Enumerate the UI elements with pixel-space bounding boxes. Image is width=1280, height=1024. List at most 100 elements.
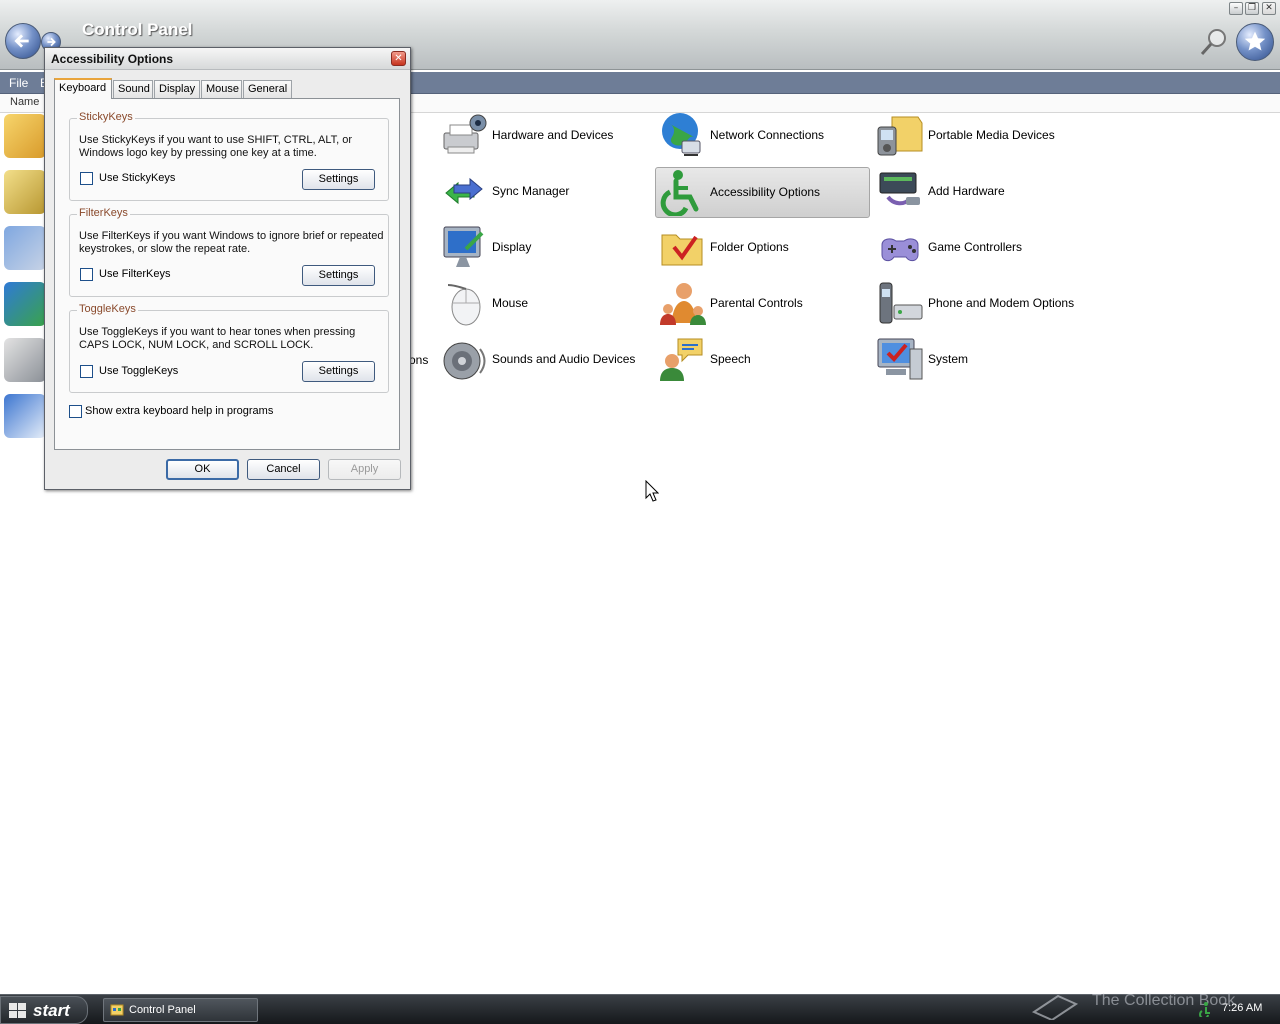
- group-title: FilterKeys: [77, 207, 130, 219]
- checkbox-label: Use ToggleKeys: [99, 365, 179, 377]
- cp-item-label: System: [928, 352, 969, 366]
- minimize-button[interactable]: –: [1229, 2, 1243, 15]
- cp-item-sync-manager[interactable]: Sync Manager: [440, 167, 654, 217]
- restore-button[interactable]: ❐: [1245, 2, 1259, 15]
- group-description: Use StickyKeys if you want to use SHIFT,…: [79, 134, 353, 159]
- checkbox-label: Use StickyKeys: [99, 172, 176, 184]
- magnifier-icon: [1200, 29, 1226, 56]
- use-filterkeys-checkbox[interactable]: [80, 268, 93, 281]
- search-button[interactable]: [1198, 26, 1230, 58]
- taskbar-button-label: Control Panel: [129, 1004, 196, 1016]
- display-monitor-icon: [443, 226, 484, 267]
- window-title: Control Panel: [82, 20, 193, 39]
- start-label: start: [33, 1001, 70, 1020]
- group-description: Use FilterKeys if you want Windows to ig…: [79, 230, 384, 255]
- family-icon: [660, 283, 706, 325]
- start-button[interactable]: start: [0, 996, 88, 1024]
- dialog-close-button[interactable]: ✕: [391, 51, 406, 66]
- star-icon: [1244, 31, 1266, 51]
- cp-item-label: Mouse: [492, 296, 529, 310]
- cp-item-system[interactable]: System: [876, 335, 1090, 385]
- cp-item-add-hardware[interactable]: Add Hardware: [876, 167, 1090, 217]
- dialog-titlebar[interactable]: Accessibility Options ✕: [45, 48, 410, 70]
- printers-folder-icon[interactable]: [4, 170, 46, 214]
- windows-logo-icon: [9, 1003, 26, 1018]
- keyboard-tab-panel: StickyKeys Use StickyKeys if you want to…: [54, 98, 400, 450]
- cp-item-accessibility-options[interactable]: Accessibility Options: [655, 167, 870, 218]
- cp-item-label: Add Hardware: [928, 184, 1005, 198]
- taskbar-clock[interactable]: 7:26 AM: [1222, 1002, 1262, 1014]
- cp-item-label: Folder Options: [710, 240, 789, 254]
- cp-item-label: Phone and Modem Options: [928, 296, 1075, 310]
- close-window-button[interactable]: ✕: [1262, 2, 1276, 15]
- cp-item-network-connections[interactable]: Network Connections: [658, 111, 872, 161]
- tab-general[interactable]: General: [243, 80, 292, 98]
- cp-item-hardware-and-devices[interactable]: Hardware and Devices: [440, 111, 654, 161]
- phone-modem-icon: [879, 282, 923, 324]
- cp-item-label: Speech: [710, 352, 751, 366]
- portable-media-icon: [877, 116, 923, 156]
- cp-item-label: Sync Manager: [492, 184, 570, 198]
- cp-item-parental-controls[interactable]: Parental Controls: [658, 279, 872, 329]
- back-button[interactable]: [5, 23, 41, 59]
- filterkeys-settings-button[interactable]: Settings: [302, 265, 375, 286]
- programs-icon[interactable]: [4, 226, 46, 270]
- cp-item-label: Game Controllers: [928, 240, 1023, 254]
- cp-item-speech[interactable]: Speech: [658, 335, 872, 385]
- speech-bubble-icon: [660, 338, 703, 381]
- accessibility-tray-icon[interactable]: [1198, 1001, 1214, 1017]
- cp-item-label: Hardware and Devices: [492, 128, 614, 142]
- taskbar-control-panel-button[interactable]: Control Panel: [103, 998, 258, 1022]
- use-togglekeys-checkbox[interactable]: [80, 365, 93, 378]
- tab-display[interactable]: Display: [154, 80, 200, 98]
- cancel-button[interactable]: Cancel: [247, 459, 320, 480]
- mouse-icon: [447, 284, 481, 326]
- system-monitor-check-icon: [877, 338, 923, 380]
- globe-network-icon: [662, 113, 701, 156]
- checkbox-label: Use FilterKeys: [99, 268, 171, 280]
- tab-keyboard[interactable]: Keyboard: [54, 78, 112, 99]
- cp-item-mouse[interactable]: Mouse: [440, 279, 654, 329]
- cp-item-label: Parental Controls: [710, 296, 803, 310]
- sync-arrows-icon: [445, 177, 483, 205]
- folder-check-icon: [661, 234, 703, 266]
- favorites-button[interactable]: [1236, 23, 1274, 61]
- cp-item-phone-and-modem-options[interactable]: Phone and Modem Options: [876, 279, 1090, 329]
- tools-icon[interactable]: [4, 338, 46, 382]
- group-title: ToggleKeys: [77, 303, 138, 315]
- filterkeys-group: FilterKeys Use FilterKeys if you want Wi…: [69, 207, 389, 297]
- gamepad-icon: [881, 238, 919, 262]
- menu-file[interactable]: File: [9, 76, 28, 90]
- cp-item-label: Portable Media Devices: [928, 128, 1055, 142]
- stickykeys-settings-button[interactable]: Settings: [302, 169, 375, 190]
- cp-item-label: Display: [492, 240, 532, 254]
- ok-button[interactable]: OK: [166, 459, 239, 480]
- taskbar-start-menu-icon[interactable]: [4, 394, 46, 438]
- cp-item-portable-media-devices[interactable]: Portable Media Devices: [876, 111, 1090, 161]
- apply-button[interactable]: Apply: [328, 459, 401, 480]
- appearance-icon[interactable]: [4, 114, 46, 158]
- accessibility-options-dialog: Accessibility Options ✕ Keyboard Sound D…: [44, 47, 411, 490]
- name-column-header[interactable]: Name: [10, 96, 39, 108]
- cp-item-sounds-and-audio-devices[interactable]: Sounds and Audio Devices: [440, 335, 654, 385]
- extra-keyboard-help-checkbox[interactable]: [69, 405, 82, 418]
- dialog-title: Accessibility Options: [51, 52, 174, 66]
- cp-item-display[interactable]: Display: [440, 223, 654, 273]
- security-center-icon[interactable]: [4, 282, 46, 326]
- group-title: StickyKeys: [77, 111, 135, 123]
- restore-icon: ❐: [1247, 3, 1257, 13]
- cp-item-label: Sounds and Audio Devices: [492, 352, 636, 366]
- cp-item-game-controllers[interactable]: Game Controllers: [876, 223, 1090, 273]
- add-hardware-icon: [879, 172, 920, 206]
- tab-mouse[interactable]: Mouse: [201, 80, 242, 98]
- speaker-icon: [443, 342, 486, 380]
- togglekeys-settings-button[interactable]: Settings: [302, 361, 375, 382]
- cp-item-folder-options[interactable]: Folder Options: [658, 223, 872, 273]
- tab-sound[interactable]: Sound: [113, 80, 153, 98]
- checkbox-label: Show extra keyboard help in programs: [85, 405, 274, 417]
- back-arrow-icon: [14, 34, 29, 48]
- group-description: Use ToggleKeys if you want to hear tones…: [79, 326, 356, 351]
- close-icon: ✕: [394, 53, 403, 64]
- use-stickykeys-checkbox[interactable]: [80, 172, 93, 185]
- cp-item-label: Network Connections: [710, 128, 825, 142]
